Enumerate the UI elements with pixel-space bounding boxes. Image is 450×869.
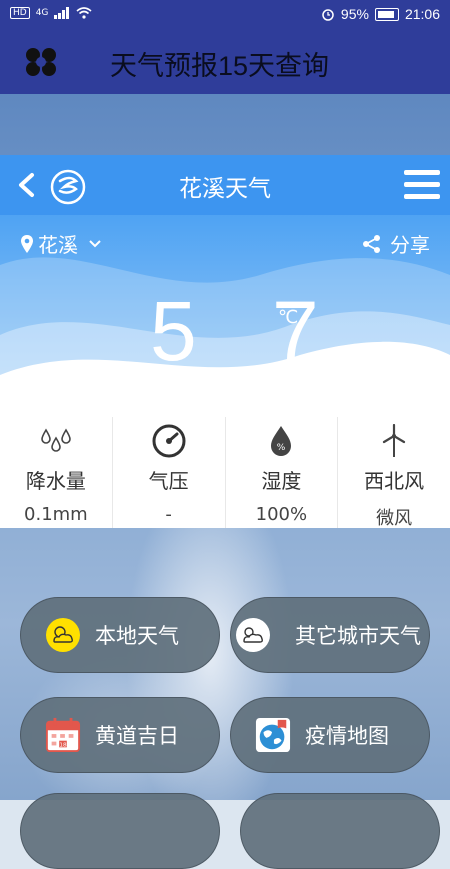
stat-label: 西北风 [364, 469, 425, 493]
network-badge: 4G [35, 8, 49, 18]
sun-cloud-icon [45, 617, 81, 653]
signal-icon [54, 7, 70, 19]
card-title: 花溪天气 [179, 176, 271, 202]
local-weather-button[interactable]: 本地天气 [20, 597, 220, 673]
location-name: 花溪 [38, 233, 78, 257]
stat-pressure: 气压 - [111, 417, 225, 528]
app-logo-icon [26, 48, 56, 76]
stat-value: - [165, 504, 172, 525]
temperature-hero: 花溪 分享 5 7 ℃ [0, 215, 450, 435]
share-button[interactable]: 分享 [362, 229, 430, 258]
clock: 21:06 [404, 6, 440, 22]
wind-turbine-icon [383, 424, 406, 457]
local-weather-label: 本地天气 [95, 624, 179, 648]
stat-precipitation: 降水量 0.1mm [0, 417, 112, 528]
stat-value: 0.1mm [24, 504, 88, 525]
other-city-weather-label: 其它城市天气 [295, 624, 421, 648]
share-icon [363, 234, 380, 253]
globe-map-icon [255, 717, 291, 753]
location-selector[interactable]: 花溪 [20, 229, 102, 258]
stat-label: 降水量 [25, 469, 86, 493]
card-header: 花溪天气 [0, 155, 450, 215]
epidemic-map-button[interactable]: 疫情地图 [230, 697, 430, 773]
svg-text:18: 18 [59, 742, 67, 748]
battery-percent: 95% [340, 6, 369, 22]
raindrops-icon [41, 428, 71, 452]
app-bar: 天气预报15天查询 [0, 30, 450, 94]
share-label: 分享 [390, 233, 430, 257]
stat-label: 湿度 [261, 469, 302, 493]
hd-badge: HD [10, 7, 30, 19]
app-title: 天气预报15天查询 [110, 51, 330, 81]
status-bar: HD 4G 95% 21:06 [0, 0, 450, 30]
gauge-icon [152, 424, 186, 458]
svg-text:%: % [277, 443, 286, 453]
epidemic-map-label: 疫情地图 [305, 724, 389, 748]
stat-value: 100% [255, 504, 308, 525]
battery-icon [374, 7, 399, 21]
alarm-icon [322, 9, 334, 21]
location-pin-icon [21, 234, 33, 253]
chevron-down-icon [89, 239, 101, 247]
stat-humidity: % 湿度 100% [224, 417, 338, 528]
auspicious-days-label: 黄道吉日 [95, 724, 179, 748]
weather-card: 花溪天气 花溪 分享 5 7 ℃ 降水量 0.1mm 气压 - % 湿度 100… [0, 155, 450, 528]
calendar-icon: 18 [45, 717, 81, 753]
temperature-value: 5 7 [150, 284, 345, 378]
menu-button-partial[interactable] [20, 793, 220, 869]
wifi-icon [76, 7, 92, 19]
weather-stats: 降水量 0.1mm 气压 - % 湿度 100% 西北风 微风 [0, 417, 450, 528]
menu-button-partial[interactable] [240, 793, 440, 869]
stat-label: 气压 [148, 469, 189, 493]
stat-value: 微风 [376, 508, 413, 528]
stat-wind: 西北风 微风 [337, 417, 450, 528]
temperature-unit: ℃ [278, 307, 299, 328]
menu-icon[interactable] [404, 170, 440, 200]
humidity-icon: % [271, 426, 292, 456]
cloud-icon [235, 617, 271, 653]
other-city-weather-button[interactable]: 其它城市天气 [230, 597, 430, 673]
auspicious-days-button[interactable]: 18 黄道吉日 [20, 697, 220, 773]
